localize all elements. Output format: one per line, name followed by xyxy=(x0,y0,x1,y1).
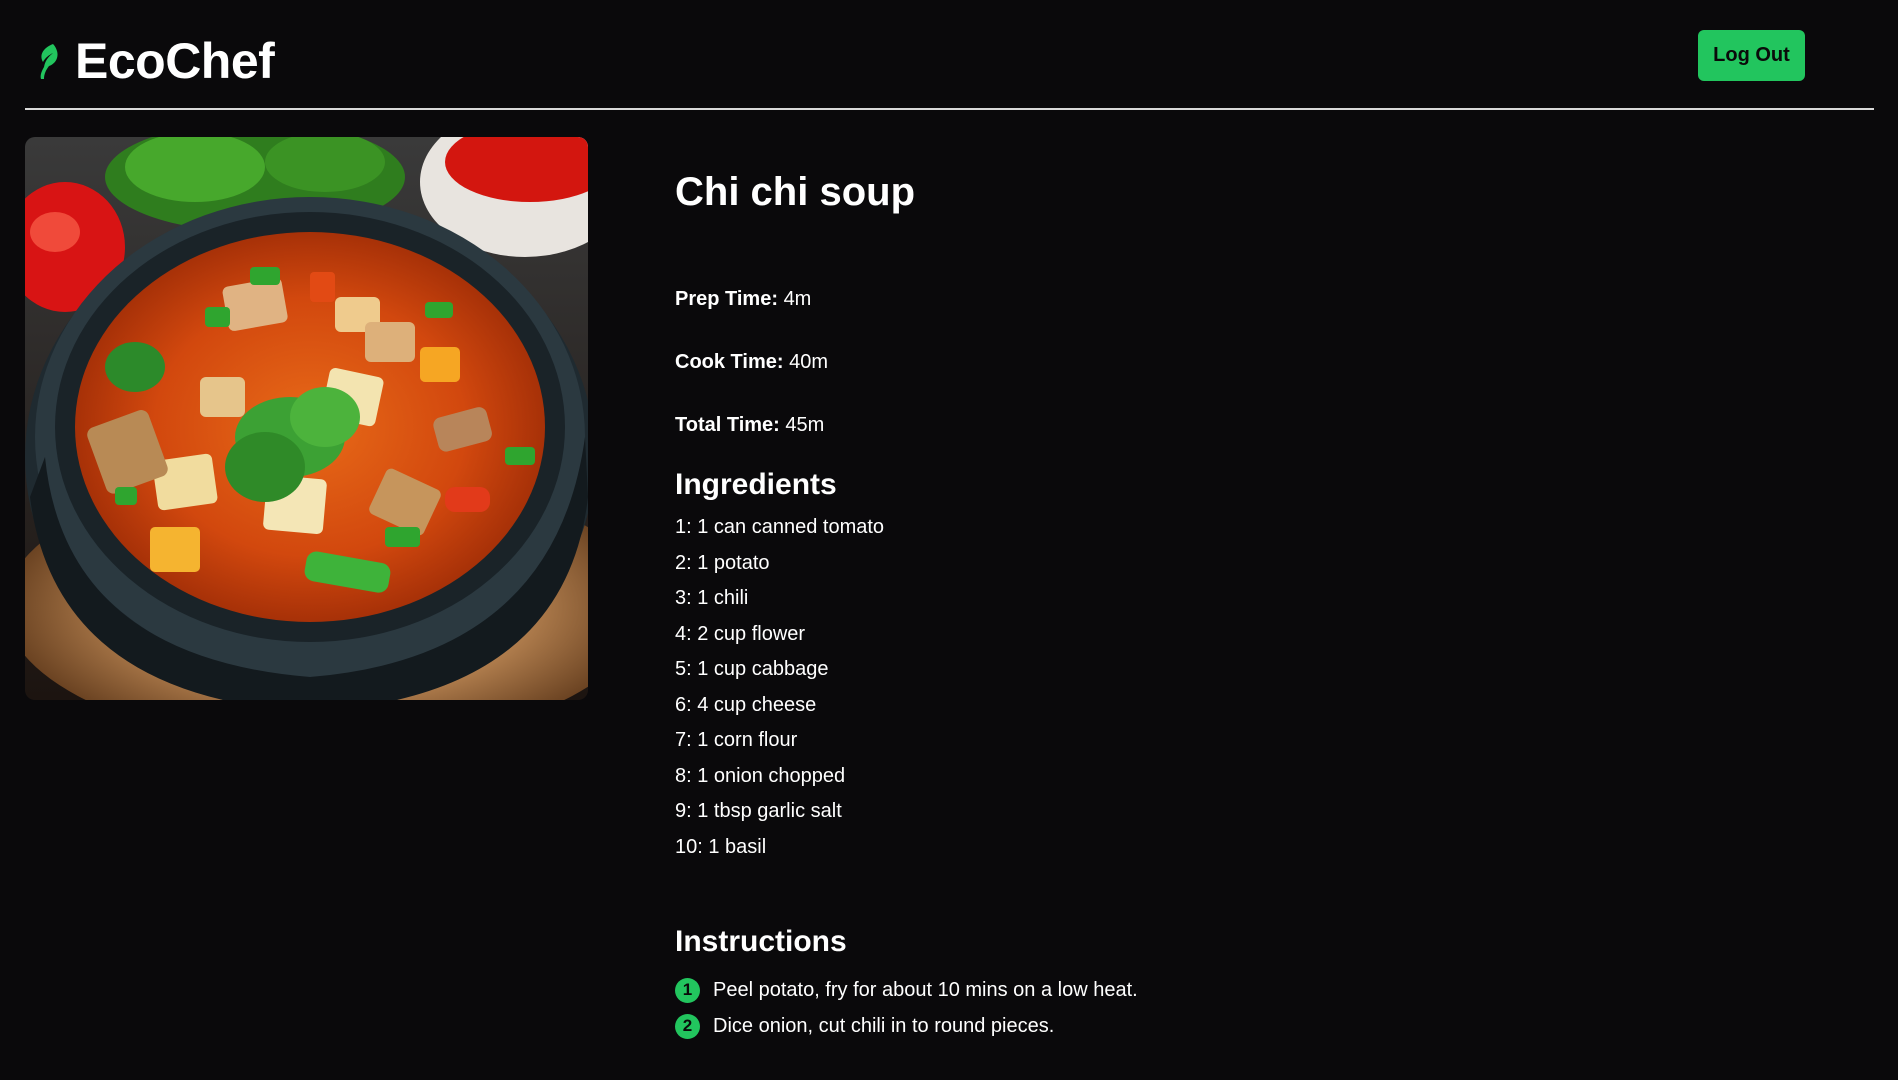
logout-button[interactable]: Log Out xyxy=(1698,30,1805,81)
ingredient-item: 10: 1 basil xyxy=(675,835,767,858)
step-number-badge: 2 xyxy=(675,1013,700,1039)
step-text: Dice onion, cut chili in to round pieces… xyxy=(713,1015,1055,1037)
instructions-heading: Instructions xyxy=(675,925,847,958)
soup-bowl-photo xyxy=(25,137,588,700)
ingredient-item: 3: 1 chili xyxy=(675,587,749,609)
leaf-icon xyxy=(40,44,58,79)
prep-time: Prep Time: 4m xyxy=(675,287,1825,311)
step-text: Peel potato, fry for about 10 mins on a … xyxy=(713,979,1138,1001)
step-number-badge: 1 xyxy=(675,977,700,1003)
ingredient-item: 5: 1 cup cabbage xyxy=(675,658,829,680)
ingredient-item: 8: 1 onion chopped xyxy=(675,764,846,787)
instruction-step: 2 Dice onion, cut chili in to round piec… xyxy=(675,1008,1825,1044)
instructions-list: 1 Peel potato, fry for about 10 mins on … xyxy=(675,972,1825,1044)
app-name: EcoChef xyxy=(75,33,275,89)
recipe-title: Chi chi soup xyxy=(675,170,915,214)
ingredient-item: 4: 2 cup flower xyxy=(675,622,806,645)
total-time-label: Total Time: xyxy=(675,414,780,436)
total-time-value: 45m xyxy=(785,414,825,436)
top-header: EcoChef Log Out xyxy=(25,0,1874,110)
total-time: Total Time: 45m xyxy=(675,413,1825,437)
ingredient-item: 7: 1 corn flour xyxy=(675,729,798,751)
ingredient-item: 1: 1 can canned tomato xyxy=(675,516,885,538)
ingredients-list: 1: 1 can canned tomato 2: 1 potato 3: 1 … xyxy=(675,515,1825,870)
ingredient-item: 9: 1 tbsp garlic salt xyxy=(675,800,842,822)
ingredient-item: 2: 1 potato xyxy=(675,551,770,574)
recipe-details: Chi chi soup Prep Time: 4m Cook Time: 40… xyxy=(675,168,1825,1044)
ingredient-item: 6: 4 cup cheese xyxy=(675,693,817,716)
instruction-step: 1 Peel potato, fry for about 10 mins on … xyxy=(675,972,1825,1008)
brand-logo[interactable]: EcoChef xyxy=(35,33,275,89)
recipe-photo xyxy=(25,137,588,700)
cook-time: Cook Time: 40m xyxy=(675,350,1825,374)
cook-time-label: Cook Time: xyxy=(675,351,784,373)
ingredients-heading: Ingredients xyxy=(675,468,837,501)
prep-time-label: Prep Time: xyxy=(675,288,778,310)
prep-time-value: 4m xyxy=(783,288,812,310)
cook-time-value: 40m xyxy=(789,351,829,373)
